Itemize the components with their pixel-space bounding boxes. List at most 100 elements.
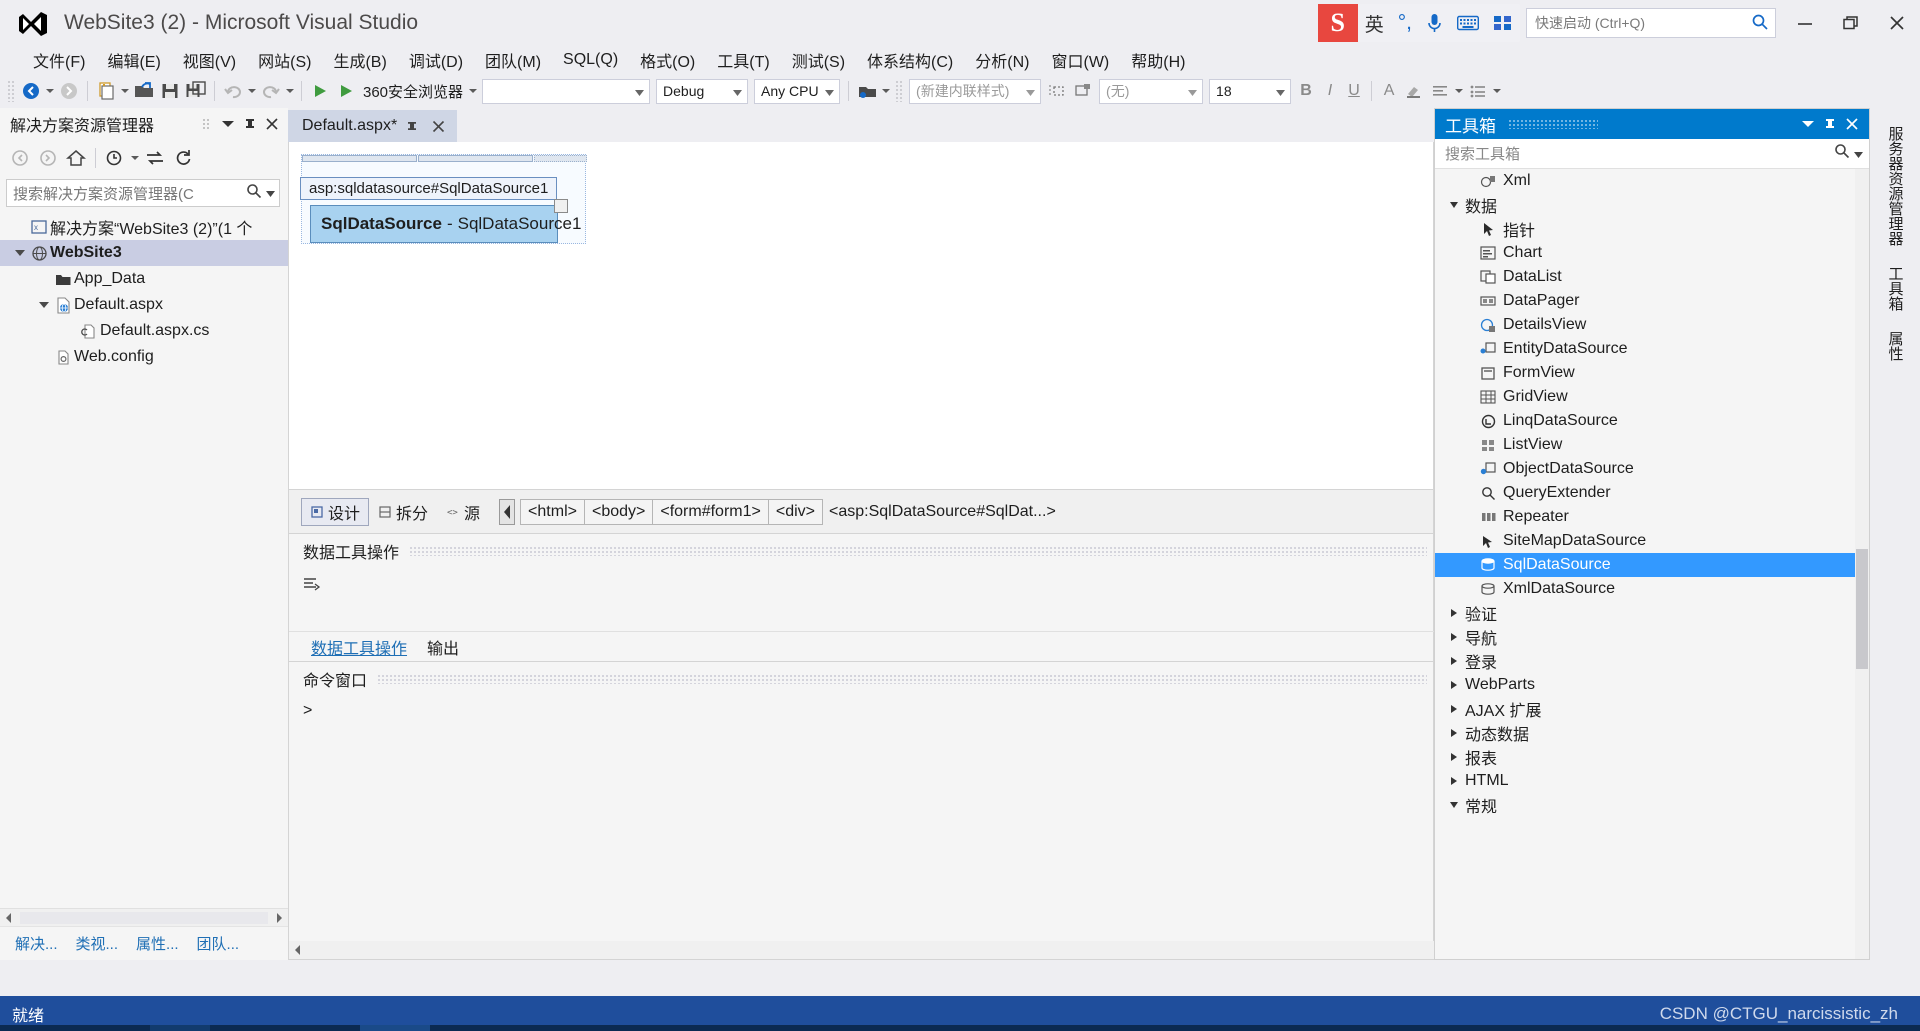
tree-item-website3[interactable]: WebSite3 [0, 240, 288, 266]
tree-item-default-aspx-cs[interactable]: Default.aspx.cs [0, 318, 288, 344]
menu-item-edit[interactable]: 编辑(E) [96, 46, 171, 74]
toolbox-item-objectdatasource[interactable]: ObjectDataSource [1435, 457, 1869, 481]
toolbox-item-chart[interactable]: Chart [1435, 241, 1869, 265]
search-icon[interactable] [1834, 143, 1850, 164]
chevron-right-icon[interactable] [1447, 704, 1461, 714]
toolbox-category-navigation[interactable]: 导航 [1435, 625, 1869, 649]
undo-icon[interactable] [220, 78, 246, 104]
menu-item-debug[interactable]: 调试(D) [398, 46, 474, 74]
navigate-forward-icon[interactable] [56, 78, 82, 104]
clear-all-icon[interactable] [301, 574, 321, 597]
search-icon[interactable] [1751, 13, 1769, 34]
solution-explorer-hscrollbar[interactable] [0, 908, 288, 926]
save-all-icon[interactable] [183, 78, 209, 104]
tree-item-default-aspx[interactable]: Default.aspx [0, 292, 288, 318]
toolbox-category-reporting[interactable]: 报表 [1435, 745, 1869, 769]
toolbox-item-datalist[interactable]: DataList [1435, 265, 1869, 289]
ime-language-label[interactable]: 英 [1358, 4, 1391, 42]
menu-item-team[interactable]: 团队(M) [474, 46, 552, 74]
toolbox-scrollbar-thumb[interactable] [1856, 549, 1868, 669]
run-target-label[interactable]: 360安全浏览器 [359, 81, 467, 102]
tab-source-view[interactable]: <> 源 [437, 498, 489, 526]
resize-grip-left[interactable] [302, 155, 417, 162]
scroll-track[interactable] [20, 911, 268, 924]
chevron-right-icon[interactable] [1447, 632, 1461, 642]
navigate-back-icon[interactable] [18, 78, 44, 104]
new-item-icon[interactable] [93, 78, 119, 104]
chevron-right-icon[interactable] [1447, 728, 1461, 738]
chevron-right-icon[interactable] [1447, 680, 1461, 690]
command-window-hscrollbar[interactable] [289, 941, 1435, 959]
menu-item-format[interactable]: 格式(O) [629, 46, 706, 74]
back-icon[interactable] [6, 144, 34, 172]
menu-item-window[interactable]: 窗口(W) [1040, 46, 1120, 74]
toolbox-item-xmldatasource[interactable]: XmlDataSource [1435, 577, 1869, 601]
div-container[interactable]: asp:sqldatasource#SqlDataSource1 SqlData… [300, 154, 587, 244]
chevron-down-icon[interactable] [1188, 83, 1198, 99]
attach-dropdown[interactable] [880, 78, 892, 104]
minimize-button[interactable] [1782, 0, 1828, 46]
toolbar-grip[interactable] [7, 80, 15, 102]
list-dropdown[interactable] [1491, 78, 1503, 104]
close-icon[interactable] [1841, 111, 1863, 137]
scroll-left-icon[interactable] [289, 941, 307, 959]
font-size-combo[interactable]: 18 [1209, 78, 1292, 104]
restore-button[interactable] [1828, 0, 1874, 46]
redo-dropdown[interactable] [284, 78, 296, 104]
toolbox-category-general[interactable]: 常规 [1435, 793, 1869, 817]
grid-apps-icon[interactable] [1486, 4, 1520, 42]
chevron-down-icon[interactable] [1797, 111, 1819, 137]
toolbox-item-formview[interactable]: FormView [1435, 361, 1869, 385]
ime-punctuation-icon[interactable]: °, [1391, 4, 1419, 42]
vertical-tab-toolbox[interactable]: 工具箱 [1881, 256, 1910, 321]
toolbox-item-gridview[interactable]: GridView [1435, 385, 1869, 409]
style-target-icon[interactable] [1044, 78, 1070, 104]
tag-navigator-scroll-left[interactable] [499, 498, 516, 525]
menu-item-help[interactable]: 帮助(H) [1120, 46, 1196, 74]
save-icon[interactable] [157, 78, 183, 104]
style-apply-icon[interactable] [1070, 78, 1096, 104]
toolbox-item-xml[interactable]: Xml [1435, 169, 1869, 193]
solution-explorer-search-input[interactable]: 搜索解决方案资源管理器(C [6, 179, 280, 207]
toolbox-category-validation[interactable]: 验证 [1435, 601, 1869, 625]
pin-icon[interactable] [401, 115, 423, 137]
toolbox-category-html[interactable]: HTML [1435, 769, 1869, 793]
close-icon[interactable] [261, 111, 283, 137]
sync-with-active-doc-icon[interactable] [141, 144, 169, 172]
tree-expander[interactable] [36, 292, 52, 318]
refresh-icon[interactable] [169, 144, 197, 172]
chevron-down-icon[interactable] [1276, 83, 1286, 99]
font-color-button[interactable]: A [1377, 78, 1401, 104]
chevron-down-icon[interactable] [217, 111, 239, 137]
tab-design-view[interactable]: 设计 [301, 497, 370, 526]
toolbox-item-list[interactable]: Xml 数据 指针 Chart DataList DataPager Detai… [1435, 169, 1869, 959]
vertical-tab-properties[interactable]: 属性 [1881, 321, 1910, 371]
toolbox-item-queryextender[interactable]: QueryExtender [1435, 481, 1869, 505]
chevron-right-icon[interactable] [1447, 776, 1461, 786]
menu-item-tools[interactable]: 工具(T) [706, 46, 780, 74]
tree-item-web-config[interactable]: Web.config [0, 344, 288, 370]
redo-icon[interactable] [258, 78, 284, 104]
pending-changes-dropdown[interactable] [129, 145, 141, 171]
panel-drag-dots[interactable] [1508, 119, 1598, 129]
toolbox-item-repeater[interactable]: Repeater [1435, 505, 1869, 529]
pending-changes-icon[interactable] [101, 144, 129, 172]
menu-item-file[interactable]: 文件(F) [22, 46, 96, 74]
toolbox-search-input[interactable]: 搜索工具箱 [1435, 139, 1869, 169]
chevron-down-icon[interactable] [1854, 145, 1863, 163]
resize-grip-mid[interactable] [418, 155, 533, 162]
tab-team-explorer[interactable]: 团队... [188, 933, 249, 954]
run-target-dropdown[interactable] [467, 78, 479, 104]
menu-item-view[interactable]: 视图(V) [172, 46, 247, 74]
attach-to-process-icon[interactable] [854, 78, 880, 104]
panel-drag-dots[interactable] [409, 546, 1427, 556]
toolbox-category-data[interactable]: 数据 [1435, 193, 1869, 217]
home-icon[interactable] [62, 144, 90, 172]
toolbox-item-pointer[interactable]: 指针 [1435, 217, 1869, 241]
smart-tag-handle[interactable] [554, 199, 568, 213]
toolbox-category-dynamic-data[interactable]: 动态数据 [1435, 721, 1869, 745]
menu-item-analyze[interactable]: 分析(N) [964, 46, 1040, 74]
solution-tree[interactable]: x 解决方案“WebSite3 (2)”(1 个 WebSite3 App_Da… [0, 210, 288, 908]
align-icon[interactable] [1427, 78, 1453, 104]
design-surface[interactable]: asp:sqldatasource#SqlDataSource1 SqlData… [288, 142, 1434, 490]
